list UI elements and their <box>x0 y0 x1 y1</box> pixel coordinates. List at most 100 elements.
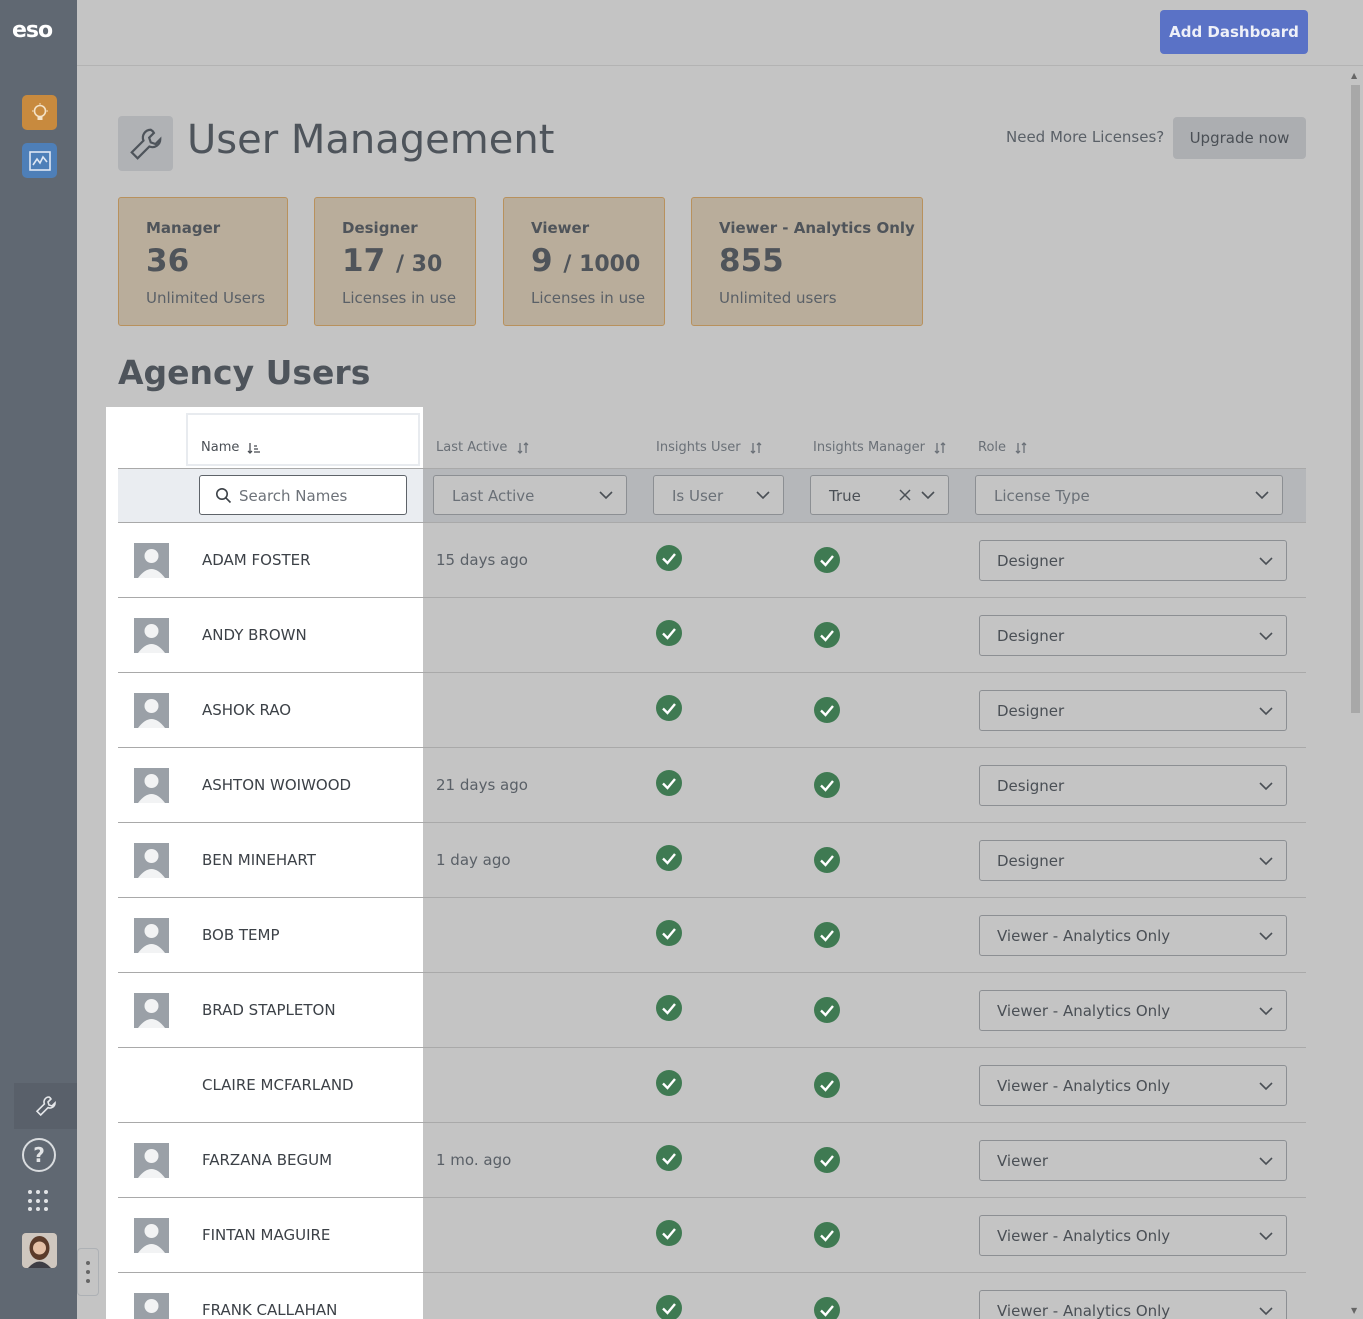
card-subtitle: Licenses in use <box>531 289 646 307</box>
search-names-input[interactable]: Search Names <box>199 475 407 515</box>
insights-user-check-icon <box>655 844 683 876</box>
last-active-filter-select[interactable]: Last Active <box>433 475 627 515</box>
insights-lightbulb-icon[interactable] <box>22 95 57 130</box>
role-select[interactable]: Viewer - Analytics Only <box>979 1290 1287 1319</box>
scroll-up-arrow-icon[interactable]: ▲ <box>1351 71 1357 80</box>
chevron-down-icon <box>1259 1007 1273 1016</box>
license-type-filter-select[interactable]: License Type <box>975 475 1283 515</box>
role-select[interactable]: Viewer - Analytics Only <box>979 1065 1287 1106</box>
column-header-insights-manager[interactable]: Insights Manager <box>813 440 947 455</box>
insights-user-check-icon <box>655 1219 683 1251</box>
dashboard-chart-icon[interactable] <box>22 143 57 178</box>
insights-user-check-icon <box>655 619 683 651</box>
user-name[interactable]: BRAD STAPLETON <box>202 1001 336 1019</box>
insights-user-check-icon <box>655 1069 683 1101</box>
page-scrollbar[interactable]: ▲ ▼ <box>1347 67 1363 1319</box>
sort-icon <box>517 441 529 454</box>
license-card-viewer-analytics: Viewer - Analytics Only 855 Unlimited us… <box>691 197 923 326</box>
user-name[interactable]: FRANK CALLAHAN <box>202 1301 337 1319</box>
user-avatar-icon <box>134 1143 169 1178</box>
card-subtitle: Licenses in use <box>342 289 457 307</box>
table-row: FINTAN MAGUIRE Viewer - Analytics Only <box>118 1198 1306 1273</box>
role-select[interactable]: Designer <box>979 765 1287 806</box>
role-select[interactable]: Designer <box>979 615 1287 656</box>
add-dashboard-button[interactable]: Add Dashboard <box>1160 10 1308 54</box>
license-card-designer: Designer 17 / 30 Licenses in use <box>314 197 476 326</box>
insights-manager-check-icon <box>813 921 841 953</box>
column-header-role[interactable]: Role <box>978 440 1028 455</box>
apps-grid-icon[interactable] <box>28 1190 50 1212</box>
card-subtitle: Unlimited users <box>719 289 837 307</box>
column-header-name[interactable]: Name <box>201 440 261 455</box>
card-count: 855 <box>719 243 784 279</box>
insights-user-check-icon <box>655 769 683 801</box>
user-name[interactable]: ASHTON WOIWOOD <box>202 776 351 794</box>
user-name[interactable]: ANDY BROWN <box>202 626 307 644</box>
role-select[interactable]: Designer <box>979 540 1287 581</box>
table-row: ASHTON WOIWOOD 21 days ago Designer <box>118 748 1306 823</box>
card-title: Manager <box>146 219 221 237</box>
table-row: ASHOK RAO Designer <box>118 673 1306 748</box>
panel-resize-handle[interactable] <box>77 1248 99 1296</box>
role-select[interactable]: Designer <box>979 690 1287 731</box>
sort-icon <box>934 441 946 454</box>
insights-manager-filter-select[interactable]: True <box>810 475 949 515</box>
scroll-thumb[interactable] <box>1351 85 1360 713</box>
table-row: BOB TEMP Viewer - Analytics Only <box>118 898 1306 973</box>
table-row: BEN MINEHART 1 day ago Designer <box>118 823 1306 898</box>
insights-user-check-icon <box>655 1144 683 1176</box>
sort-icon <box>1015 441 1027 454</box>
user-avatar-icon <box>134 693 169 728</box>
user-name[interactable]: BEN MINEHART <box>202 851 316 869</box>
chevron-down-icon <box>921 491 935 500</box>
user-name[interactable]: ADAM FOSTER <box>202 551 311 569</box>
role-select[interactable]: Viewer <box>979 1140 1287 1181</box>
chevron-down-icon <box>1259 1082 1273 1091</box>
scroll-down-arrow-icon[interactable]: ▼ <box>1351 1306 1357 1315</box>
table-row: FRANK CALLAHAN Viewer - Analytics Only <box>118 1273 1306 1319</box>
insights-manager-check-icon <box>813 546 841 578</box>
admin-wrench-icon[interactable] <box>14 1083 77 1129</box>
insights-manager-check-icon <box>813 771 841 803</box>
insights-manager-check-icon <box>813 1071 841 1103</box>
insights-manager-check-icon <box>813 1221 841 1253</box>
chevron-down-icon <box>1259 857 1273 866</box>
role-select[interactable]: Designer <box>979 840 1287 881</box>
help-icon[interactable]: ? <box>22 1138 56 1172</box>
last-active-value: 1 mo. ago <box>436 1151 512 1169</box>
page-title: User Management <box>187 117 555 163</box>
need-more-licenses-text: Need More Licenses? <box>1006 128 1165 146</box>
clear-x-icon[interactable] <box>898 488 912 502</box>
chevron-down-icon <box>1259 632 1273 641</box>
card-title: Viewer - Analytics Only <box>719 219 915 237</box>
user-name[interactable]: BOB TEMP <box>202 926 280 944</box>
role-select[interactable]: Viewer - Analytics Only <box>979 990 1287 1031</box>
card-title: Viewer <box>531 219 590 237</box>
sort-ascending-icon <box>247 442 260 454</box>
role-select[interactable]: Viewer - Analytics Only <box>979 1215 1287 1256</box>
insights-manager-check-icon <box>813 696 841 728</box>
left-nav-rail: eso ? <box>0 0 77 1319</box>
table-row: CLAIRE MCFARLAND Viewer - Analytics Only <box>118 1048 1306 1123</box>
role-select[interactable]: Viewer - Analytics Only <box>979 915 1287 956</box>
insights-user-filter-select[interactable]: Is User <box>653 475 784 515</box>
chevron-down-icon <box>1259 932 1273 941</box>
search-placeholder: Search Names <box>239 487 348 505</box>
chevron-down-icon <box>1259 557 1273 566</box>
section-title: Agency Users <box>118 353 371 392</box>
user-avatar[interactable] <box>22 1233 57 1268</box>
user-name[interactable]: ASHOK RAO <box>202 701 291 719</box>
table-row: BRAD STAPLETON Viewer - Analytics Only <box>118 973 1306 1048</box>
user-avatar-icon <box>134 993 169 1028</box>
upgrade-now-button[interactable]: Upgrade now <box>1173 117 1306 159</box>
chevron-down-icon <box>599 491 613 500</box>
user-name[interactable]: CLAIRE MCFARLAND <box>202 1076 354 1094</box>
user-name[interactable]: FINTAN MAGUIRE <box>202 1226 330 1244</box>
column-header-insights-user[interactable]: Insights User <box>656 440 763 455</box>
chevron-down-icon <box>1259 1157 1273 1166</box>
user-avatar-icon <box>134 768 169 803</box>
insights-user-check-icon <box>655 694 683 726</box>
column-header-last-active[interactable]: Last Active <box>436 440 530 455</box>
user-avatar-icon <box>134 618 169 653</box>
user-name[interactable]: FARZANA BEGUM <box>202 1151 332 1169</box>
